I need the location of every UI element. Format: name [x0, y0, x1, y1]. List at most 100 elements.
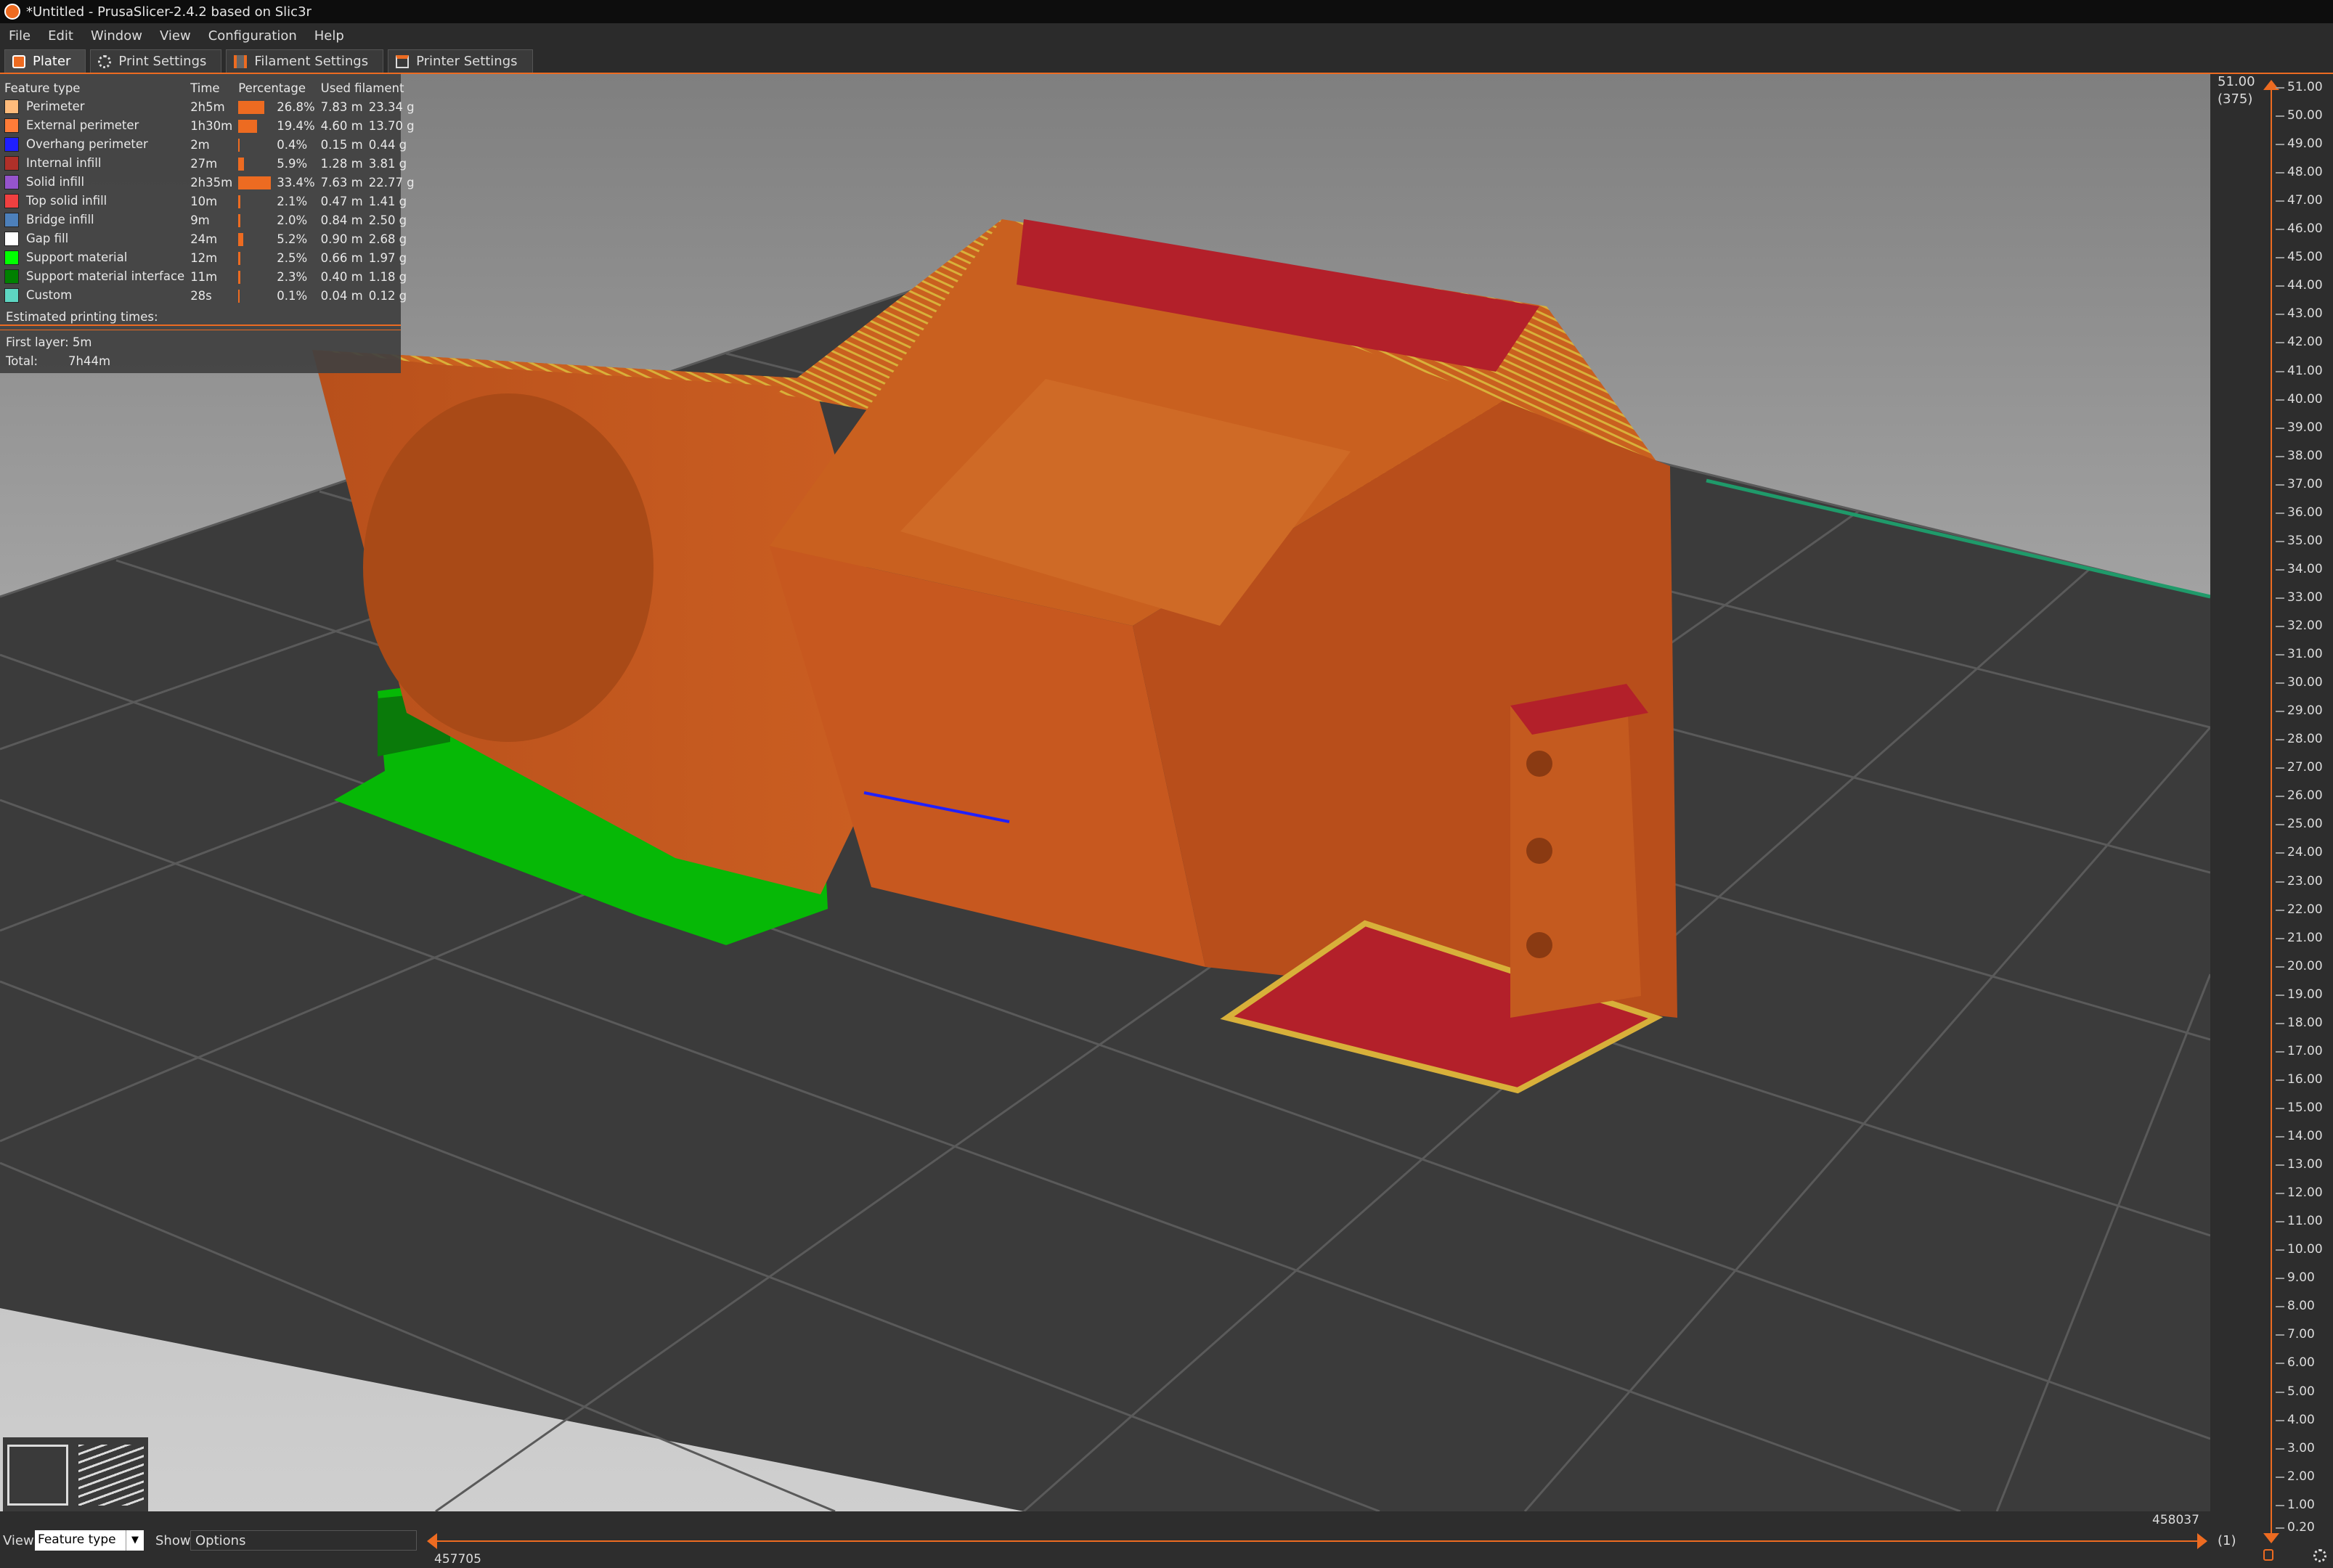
3d-view-cube-icon[interactable]	[7, 1445, 68, 1506]
layer-tick-label: 13.00	[2287, 1157, 2323, 1172]
window-title: *Untitled - PrusaSlicer-2.4.2 based on S…	[26, 4, 312, 20]
legend-row[interactable]: Gap fill 24m 5.2% 0.90 m 2.68 g	[4, 229, 420, 248]
layer-tick-mark	[2276, 995, 2284, 996]
legend-row[interactable]: Support material interface 11m 2.3% 0.40 m 1…	[4, 267, 420, 286]
layer-tick-label: 31.00	[2287, 647, 2323, 661]
layer-slider-bottom-thumb[interactable]	[2263, 1533, 2279, 1543]
layer-tick-mark	[2276, 484, 2284, 486]
legend-time: 11m	[190, 269, 218, 284]
layer-tick-label: 47.00	[2287, 193, 2323, 208]
layer-tick-mark	[2276, 513, 2284, 514]
show-options-value: Options	[195, 1533, 246, 1548]
legend-row[interactable]: Top solid infill 10m 2.1% 0.47 m 1.41 g	[4, 192, 420, 211]
legend-row[interactable]: Overhang perimeter 2m 0.4% 0.15 m 0.44 g	[4, 135, 420, 154]
layer-tick-label: 1.00	[2287, 1498, 2315, 1512]
legend-row[interactable]: Solid infill 2h35m 33.4% 7.63 m 22.77 g	[4, 173, 420, 192]
feature-color-swatch	[4, 213, 19, 228]
legend-row[interactable]: Perimeter 2h5m 26.8% 7.83 m 23.34 g	[4, 97, 420, 116]
layer-tick-label: 29.00	[2287, 703, 2323, 718]
preview-layers-icon[interactable]	[78, 1445, 144, 1506]
layer-tick-label: 46.00	[2287, 221, 2323, 236]
layer-tick-mark	[2276, 682, 2284, 684]
layer-tick-label: 12.00	[2287, 1185, 2323, 1200]
legend-header-used-filament: Used filament	[320, 81, 404, 95]
layer-tick-label: 24.00	[2287, 845, 2323, 859]
layer-tick-label: 11.00	[2287, 1214, 2323, 1228]
layer-tick-mark	[2276, 1392, 2284, 1393]
tab-bar: Plater Print Settings Filament Settings …	[0, 48, 2333, 74]
feature-color-swatch	[4, 118, 19, 134]
gear-icon	[98, 54, 112, 68]
legend-header-percentage: Percentage	[238, 81, 306, 95]
legend-length: 0.90 m	[320, 232, 363, 246]
legend-pct-bar	[238, 248, 277, 267]
tab-printer-settings[interactable]: Printer Settings	[388, 49, 533, 73]
move-end-value: 458037	[2152, 1513, 2199, 1527]
layer-tick-mark	[2276, 257, 2284, 258]
show-options-combo[interactable]: Options	[190, 1530, 417, 1551]
legend-pct: 2.3%	[277, 269, 308, 284]
view-label: View	[3, 1533, 34, 1548]
feature-color-swatch	[4, 269, 19, 285]
move-start-value: 457705	[434, 1552, 481, 1567]
layer-tick-label: 45.00	[2287, 250, 2323, 264]
legend-length: 4.60 m	[320, 118, 363, 133]
legend-feature: Solid infill	[4, 173, 190, 192]
legend-length: 0.04 m	[320, 288, 363, 303]
legend-pct: 0.1%	[277, 288, 308, 303]
settings-cog-icon[interactable]	[2313, 1549, 2326, 1562]
layer-tick-label: 7.00	[2287, 1327, 2315, 1342]
layer-tick-label: 25.00	[2287, 817, 2323, 831]
bottom-toolbar: View Feature type ▼ Show Options 458037 …	[0, 1511, 2210, 1568]
layer-tick-mark	[2276, 852, 2284, 854]
layer-tick-label: 18.00	[2287, 1016, 2323, 1030]
layer-tick-mark	[2276, 285, 2284, 287]
layer-tick-mark	[2276, 1448, 2284, 1450]
menu-edit[interactable]: Edit	[39, 28, 82, 44]
layer-tick-label: 9.00	[2287, 1270, 2315, 1285]
layer-slider-track[interactable]	[2271, 86, 2272, 1536]
legend-rows: Perimeter 2h5m 26.8% 7.83 m 23.34 g External …	[4, 97, 420, 305]
layer-tick-label: 2.00	[2287, 1469, 2315, 1484]
lock-icon[interactable]	[2263, 1549, 2273, 1561]
menu-file[interactable]: File	[0, 28, 39, 44]
legend-weight: 0.44 g	[368, 137, 407, 152]
layer-tick-label: 34.00	[2287, 562, 2323, 576]
legend-pct-bar	[238, 135, 277, 154]
legend-row[interactable]: Internal infill 27m 5.9% 1.28 m 3.81 g	[4, 154, 420, 173]
layer-tick-mark	[2276, 966, 2284, 968]
show-label: Show	[155, 1533, 191, 1548]
tab-filament-settings[interactable]: Filament Settings	[226, 49, 384, 73]
view-type-select[interactable]: Feature type ▼	[35, 1530, 144, 1551]
title-bar: *Untitled - PrusaSlicer-2.4.2 based on S…	[0, 0, 2333, 23]
legend-row[interactable]: External perimeter 1h30m 19.4% 4.60 m 13.70 …	[4, 116, 420, 135]
tab-plater[interactable]: Plater	[4, 49, 86, 73]
tab-print-settings[interactable]: Print Settings	[90, 49, 222, 73]
layer-bottom-number: (1)	[2218, 1533, 2236, 1548]
menu-view[interactable]: View	[151, 28, 200, 44]
menu-window[interactable]: Window	[82, 28, 151, 44]
legend-length: 0.66 m	[320, 250, 363, 265]
layer-tick-label: 44.00	[2287, 278, 2323, 293]
feature-color-swatch	[4, 250, 19, 266]
view-mode-buttons	[3, 1437, 148, 1513]
layer-tick-mark	[2276, 1249, 2284, 1251]
printer-icon	[396, 54, 410, 68]
tab-print-settings-label: Print Settings	[118, 54, 207, 69]
layer-top-value: 51.00	[2218, 74, 2255, 89]
legend-row[interactable]: Custom 28s 0.1% 0.04 m 0.12 g	[4, 286, 420, 305]
legend-row[interactable]: Bridge infill 9m 2.0% 0.84 m 2.50 g	[4, 211, 420, 229]
move-slider-right-thumb[interactable]	[2197, 1533, 2207, 1549]
legend-header-time: Time	[190, 81, 220, 95]
legend-row[interactable]: Support material 12m 2.5% 0.66 m 1.97 g	[4, 248, 420, 267]
menu-help[interactable]: Help	[306, 28, 353, 44]
legend-pct-bar	[238, 173, 277, 192]
mount-hole-2	[1526, 838, 1552, 864]
move-slider-left-thumb[interactable]	[427, 1533, 437, 1549]
feature-color-swatch	[4, 137, 19, 152]
layer-tick-label: 8.00	[2287, 1299, 2315, 1313]
layer-tick-label: 3.00	[2287, 1441, 2315, 1455]
legend-weight: 0.12 g	[368, 288, 407, 303]
menu-configuration[interactable]: Configuration	[200, 28, 306, 44]
move-slider-track[interactable]	[431, 1540, 2203, 1542]
